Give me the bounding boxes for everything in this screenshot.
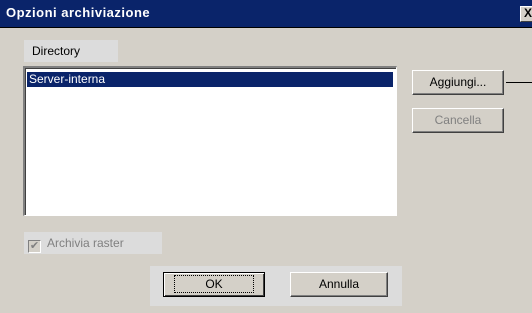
close-button[interactable]: X [520,6,532,22]
title-bar: Opzioni archiviazione X [0,0,532,28]
delete-button[interactable]: Cancella [412,108,504,133]
window-title: Opzioni archiviazione [6,5,151,20]
list-item[interactable]: Server-interna [27,72,393,87]
archive-raster-checkbox[interactable]: ✔ [28,240,41,253]
ok-button-label: OK [174,275,254,293]
archive-raster-label: Archivia raster [47,236,124,250]
ok-button[interactable]: OK [163,272,265,297]
add-button[interactable]: Aggiungi... [412,70,504,95]
archive-raster-option[interactable]: ✔ Archivia raster [24,232,162,254]
directory-listbox[interactable]: Server-interna [23,66,397,216]
directory-label: Directory [24,40,118,62]
cancel-button[interactable]: Annulla [290,272,388,297]
divider-tick [506,82,532,83]
